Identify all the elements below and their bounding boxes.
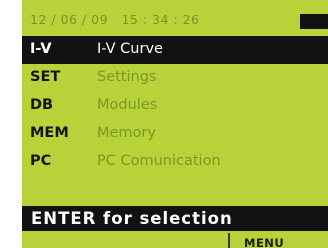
menu-item-pc-communication[interactable]: PC PC Comunication — [22, 148, 328, 176]
menu-item-key: DB — [30, 97, 54, 113]
status-bar: 12 / 06 / 09 15 : 34 : 26 — [22, 0, 328, 34]
menu-item-key: PC — [30, 153, 52, 169]
menu-item-label: Memory — [97, 125, 156, 141]
menu-item-label: Modules — [97, 97, 158, 113]
softkey-divider — [228, 233, 230, 248]
menu-item-modules[interactable]: DB Modules — [22, 92, 328, 120]
date-time-display: 12 / 06 / 09 15 : 34 : 26 — [30, 12, 200, 27]
lcd-screen: 12 / 06 / 09 15 : 34 : 26 I-V I-V Curve … — [22, 0, 328, 248]
menu-item-label: PC Comunication — [97, 153, 221, 169]
menu-item-settings[interactable]: SET Settings — [22, 64, 328, 92]
menu-item-key: SET — [30, 69, 61, 85]
status-indicator-block — [300, 14, 328, 29]
menu-item-label: Settings — [97, 69, 157, 85]
hint-bar: ENTER for selection — [22, 206, 328, 231]
menu-softkey[interactable]: MENU — [244, 236, 284, 248]
menu-item-label: I-V Curve — [97, 41, 163, 57]
menu-item-key: MEM — [30, 125, 69, 141]
hint-text: ENTER for selection — [31, 209, 233, 228]
menu-item-iv-curve[interactable]: I-V I-V Curve — [22, 36, 328, 64]
menu-item-key: I-V — [30, 41, 52, 57]
menu-item-memory[interactable]: MEM Memory — [22, 120, 328, 148]
softkey-bar: MENU — [22, 231, 328, 248]
